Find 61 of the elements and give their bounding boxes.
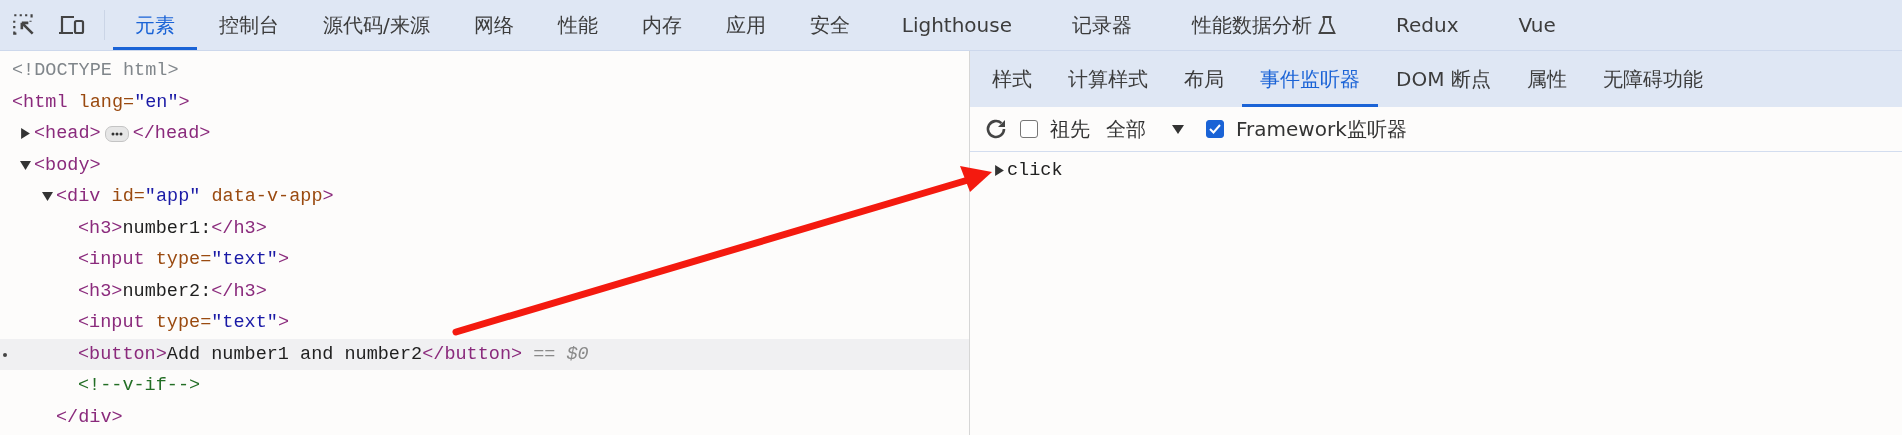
dom-node-text: <body> — [34, 154, 101, 176]
expand-triangle-icon[interactable] — [994, 164, 1005, 176]
dom-row[interactable]: <head> </head> — [0, 118, 215, 150]
dom-close-tag: </div> — [56, 406, 123, 428]
checkbox-label: Framework监听器 — [1236, 115, 1407, 143]
panel-tab[interactable]: 元素 — [113, 0, 197, 50]
refresh-icon[interactable] — [984, 117, 1008, 141]
sidebar-tab[interactable]: 无障碍功能 — [1584, 51, 1721, 107]
dom-node-text: <!--v-if--> — [78, 375, 201, 397]
panel-tab[interactable]: 网络 — [451, 0, 536, 50]
panel-tab[interactable]: 控制台 — [197, 0, 301, 50]
dom-node-text: <h3>number2:</h3> — [78, 280, 267, 302]
collapse-triangle-icon[interactable] — [19, 159, 31, 171]
dom-node-text: <head> — [34, 123, 101, 145]
checkbox-label: 祖先 — [1050, 115, 1090, 143]
dom-row[interactable]: <h3>number1:</h3> — [0, 212, 271, 244]
panel-tab[interactable]: 性能数据分析 — [1162, 0, 1366, 50]
panel-tab[interactable]: 性能 — [535, 0, 620, 50]
panel-tab[interactable]: 安全 — [787, 0, 872, 50]
expand-triangle-icon[interactable] — [19, 128, 31, 140]
ellipsis-badge[interactable] — [104, 125, 129, 142]
ellipsis-icon — [110, 131, 123, 136]
dom-row[interactable]: <input type="text"> — [0, 244, 293, 276]
dom-close-tag: </head> — [132, 123, 211, 145]
selection-dot — [3, 352, 7, 357]
panel-tab[interactable]: Lighthouse — [871, 0, 1042, 50]
listener-name: click — [1007, 159, 1063, 181]
ancestors-checkbox[interactable] — [1020, 120, 1038, 138]
sidebar-tab[interactable]: 样式 — [974, 51, 1050, 107]
sidebar-tab[interactable]: 布局 — [1166, 51, 1242, 107]
dom-node-text: <input type="text"> — [78, 312, 289, 334]
dom-node-text: <button>Add number1 and number2</button> == $0 — [78, 343, 589, 365]
panel-tab[interactable]: Vue — [1488, 0, 1586, 50]
panel-tab[interactable]: 内存 — [619, 0, 704, 50]
panel-tab[interactable]: Redux — [1366, 0, 1489, 50]
collapse-triangle-icon[interactable] — [41, 191, 53, 203]
listener-row[interactable]: click — [994, 152, 1063, 188]
dom-row[interactable]: <html lang="en"> — [0, 86, 194, 118]
sidebar-tab[interactable]: 事件监听器 — [1242, 51, 1378, 107]
dom-row[interactable]: </div> — [0, 401, 127, 433]
filter-dropdown[interactable]: 全部 — [1102, 115, 1194, 143]
dom-node-text: <!DOCTYPE html> — [12, 60, 179, 82]
dom-node-text: <h3>number1:</h3> — [78, 217, 267, 239]
caret-icon — [1172, 124, 1184, 134]
dom-row[interactable]: <!--v-if--> — [0, 370, 205, 402]
panel-tab[interactable]: 记录器 — [1042, 0, 1162, 50]
sidebar-tab[interactable]: DOM 断点 — [1378, 51, 1509, 107]
dom-row[interactable]: <h3>number2:</h3> — [0, 275, 271, 307]
panel-tab[interactable]: 源代码/来源 — [301, 0, 452, 50]
dom-row[interactable]: <button>Add number1 and number2</button> == $0 — [0, 338, 969, 370]
dom-row[interactable]: <div id="app" data-v-app> — [0, 181, 338, 213]
dom-row[interactable]: <input type="text"> — [0, 307, 293, 339]
framework-checkbox[interactable] — [1206, 120, 1224, 138]
sidebar-tab[interactable]: 计算样式 — [1050, 51, 1166, 107]
dom-row[interactable]: <body> — [0, 149, 105, 181]
dom-row[interactable]: <!DOCTYPE html> — [0, 55, 183, 87]
dom-node-text: <html lang="en"> — [12, 91, 190, 113]
sidebar-tab[interactable]: 属性 — [1508, 51, 1585, 107]
dom-node-text: <input type="text"> — [78, 249, 289, 271]
panel-tab[interactable]: 应用 — [703, 0, 788, 50]
dom-node-text: <div id="app" data-v-app> — [56, 186, 334, 208]
